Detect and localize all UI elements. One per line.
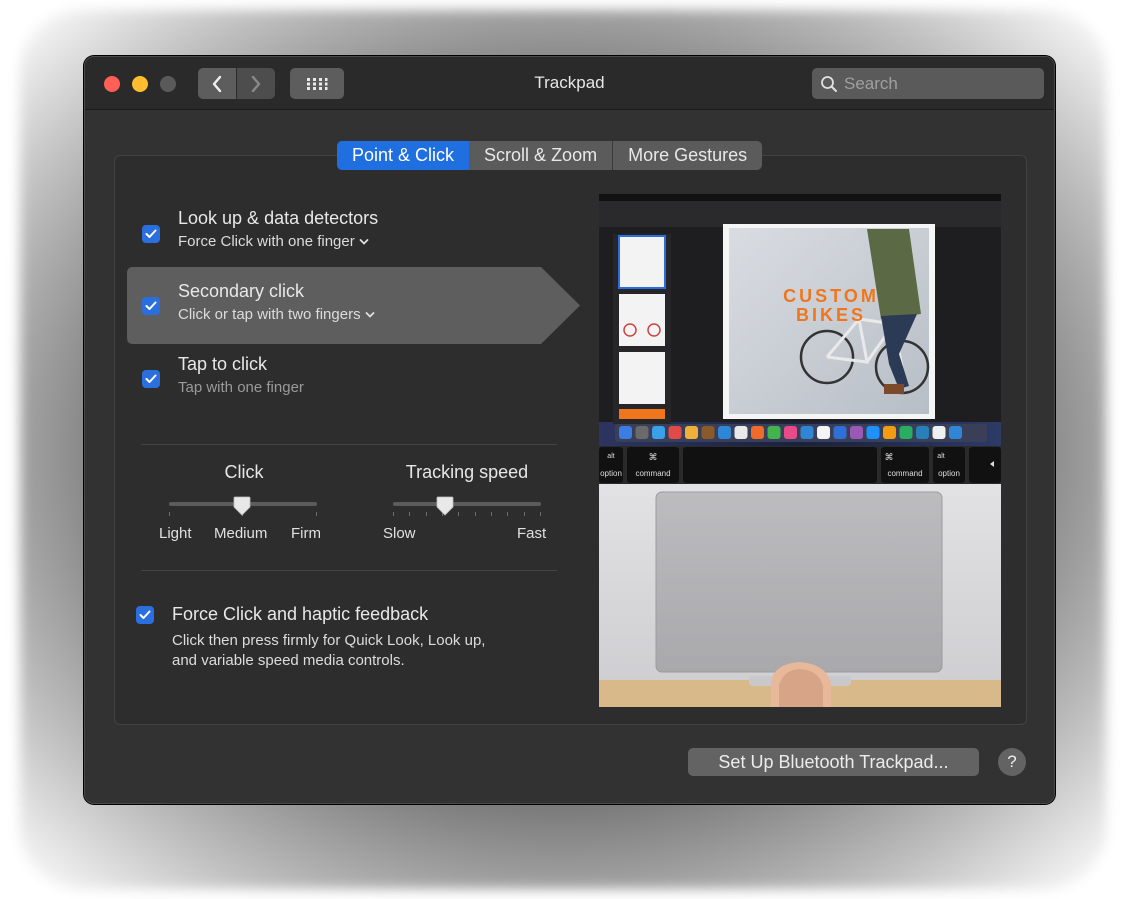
dock-app-icon (883, 426, 896, 439)
tab-point-click[interactable]: Point & Click (337, 141, 470, 170)
dock-app-icon (850, 426, 863, 439)
dock-app-icon (784, 426, 797, 439)
search-field[interactable]: Search (812, 68, 1044, 99)
key-command-left: command (635, 469, 670, 478)
secondary-click-checkbox[interactable] (142, 297, 160, 315)
tab-bar: Point & Click Scroll & Zoom More Gesture… (337, 141, 763, 170)
force-click-description-line2: and variable speed media controls. (172, 652, 405, 669)
search-placeholder: Search (844, 73, 898, 93)
dock-app-icon (635, 426, 649, 439)
dock-app-icon (916, 426, 929, 439)
trackpad-preferences-window: Trackpad Search Point & Click Scroll & Z… (84, 56, 1055, 804)
search-icon (821, 75, 837, 92)
click-slider-knob[interactable] (233, 496, 251, 516)
option-secondary-click[interactable]: Secondary click Click or tap with two fi… (127, 279, 587, 329)
tracking-slider-knob[interactable] (436, 496, 454, 516)
slider-tick (491, 512, 492, 516)
help-button[interactable]: ? (998, 748, 1026, 776)
checkmark-icon (145, 301, 157, 310)
option-subtitle-menu[interactable]: Click or tap with two fingers (178, 306, 375, 323)
look-up-checkbox[interactable] (142, 225, 160, 243)
dock-app-icon (932, 426, 946, 439)
preview-illustration: CUSTOM BIKES option alt command ⌘ comman… (599, 194, 1001, 707)
dock-app-icon (949, 426, 962, 439)
option-title: Tap to click (178, 354, 268, 374)
click-slider-label: Click (224, 462, 264, 482)
option-look-up[interactable]: Look up & data detectors Force Click wit… (127, 205, 587, 255)
slider-tick (393, 512, 394, 516)
option-subtitle: Force Click with one finger (178, 233, 355, 250)
dock-app-icon (751, 426, 764, 439)
dock-app-icon (899, 426, 913, 439)
dock-app-icon (701, 426, 715, 439)
option-subtitle: Click or tap with two fingers (178, 306, 361, 323)
setup-bluetooth-trackpad-button[interactable]: Set Up Bluetooth Trackpad... (688, 748, 979, 776)
poster-title-2: BIKES (796, 305, 866, 325)
slider-tick (540, 512, 541, 516)
force-click-title: Force Click and haptic feedback (172, 604, 429, 624)
click-min-label: Light (159, 525, 192, 542)
option-force-click[interactable]: Force Click and haptic feedback Click th… (121, 602, 581, 672)
key-alt-left: alt (607, 453, 614, 460)
click-max-label: Firm (291, 525, 321, 542)
option-title: Look up & data detectors (178, 208, 379, 228)
slider-tick (524, 512, 525, 516)
click-mid-label: Medium (214, 525, 268, 542)
checkmark-icon (139, 610, 151, 619)
titlebar: Trackpad Search (85, 57, 1054, 110)
chevron-down-icon (365, 312, 374, 318)
option-subtitle: Tap with one finger (178, 379, 304, 396)
dock-app-icon (685, 426, 698, 439)
key-cmd-symbol-left: ⌘ (649, 453, 658, 463)
dock-app-icon (767, 426, 781, 439)
tap-to-click-checkbox[interactable] (142, 370, 160, 388)
tracking-slider-track[interactable] (393, 502, 541, 506)
key-option-right: option (938, 469, 960, 478)
chevron-down-icon (359, 239, 369, 245)
key-alt-right: alt (937, 453, 944, 460)
slider-tick (169, 512, 170, 516)
key-cmd-symbol-right: ⌘ (885, 453, 894, 463)
divider (141, 570, 557, 571)
key-command-right: command (887, 469, 922, 478)
dock-app-icon (817, 426, 830, 439)
dock-app-icon (652, 426, 665, 439)
tracking-min-label: Slow (383, 525, 416, 542)
slider-tick (458, 512, 459, 516)
slider-tick (507, 512, 508, 516)
dock-app-icon (668, 426, 682, 439)
gesture-preview-video: CUSTOM BIKES option alt command ⌘ comman… (599, 194, 1001, 707)
option-subtitle-menu[interactable]: Force Click with one finger (178, 233, 369, 250)
dock-app-icon (734, 426, 748, 439)
poster-title-1: CUSTOM (783, 286, 879, 306)
slider-tick (316, 512, 317, 516)
dock-app-icon (866, 426, 880, 439)
dock-app-icon (800, 426, 814, 439)
tab-more-gestures[interactable]: More Gestures (612, 141, 762, 170)
option-title: Secondary click (178, 281, 305, 301)
checkmark-icon (145, 374, 157, 383)
force-click-description-line1: Click then press firmly for Quick Look, … (172, 632, 486, 649)
force-click-checkbox[interactable] (136, 606, 154, 624)
dock-app-icon (718, 426, 731, 439)
slider-tick (409, 512, 410, 516)
tracking-max-label: Fast (517, 525, 547, 542)
dock-app-icon (619, 426, 632, 439)
slider-tick (426, 512, 427, 516)
key-option-left: option (600, 469, 622, 478)
slider-tick (475, 512, 476, 516)
dock-app-icon (833, 426, 847, 439)
tracking-slider-label: Tracking speed (405, 462, 529, 482)
checkmark-icon (145, 229, 157, 238)
option-tap-to-click[interactable]: Tap to click Tap with one finger (127, 352, 587, 402)
tab-scroll-zoom[interactable]: Scroll & Zoom (469, 141, 612, 170)
divider (141, 444, 557, 445)
